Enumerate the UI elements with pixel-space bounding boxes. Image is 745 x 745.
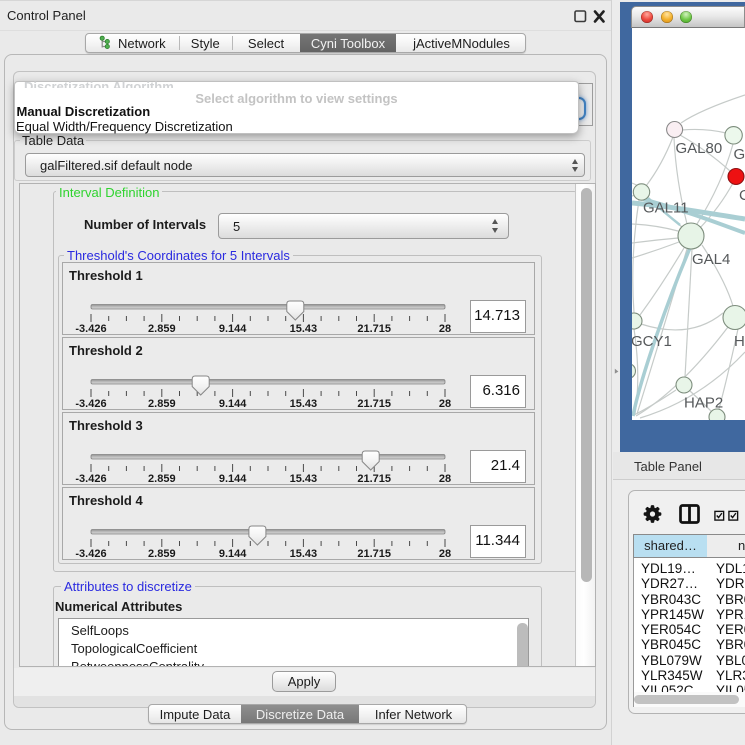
- svg-text:-3.426: -3.426: [75, 323, 106, 335]
- svg-text:9.144: 9.144: [219, 548, 247, 560]
- svg-text:C: C: [739, 187, 745, 204]
- svg-text:GA: GA: [734, 146, 745, 163]
- svg-text:-3.426: -3.426: [75, 473, 106, 485]
- svg-text:2.859: 2.859: [148, 323, 176, 335]
- svg-text:9.144: 9.144: [219, 398, 247, 410]
- svg-text:15.43: 15.43: [290, 323, 318, 335]
- svg-text:GCY1: GCY1: [632, 333, 672, 350]
- svg-text:21.715: 21.715: [357, 398, 391, 410]
- svg-text:15.43: 15.43: [290, 548, 318, 560]
- svg-text:HI: HI: [734, 333, 745, 350]
- svg-text:15.43: 15.43: [290, 398, 318, 410]
- svg-text:21.715: 21.715: [357, 473, 391, 485]
- svg-text:21.715: 21.715: [357, 323, 391, 335]
- svg-text:2.859: 2.859: [148, 548, 176, 560]
- svg-text:9.144: 9.144: [219, 473, 247, 485]
- svg-text:28: 28: [439, 473, 451, 485]
- svg-text:HAP2: HAP2: [684, 395, 723, 412]
- svg-text:2.859: 2.859: [148, 473, 176, 485]
- svg-text:-3.426: -3.426: [75, 548, 106, 560]
- svg-text:9.144: 9.144: [219, 323, 247, 335]
- svg-text:GAL11: GAL11: [643, 200, 689, 217]
- svg-text:28: 28: [439, 323, 451, 335]
- svg-text:28: 28: [439, 548, 451, 560]
- svg-text:21.715: 21.715: [357, 548, 391, 560]
- svg-text:15.43: 15.43: [290, 473, 318, 485]
- svg-text:GAL4: GAL4: [692, 251, 730, 268]
- svg-text:28: 28: [439, 398, 451, 410]
- svg-text:GAL80: GAL80: [676, 140, 723, 157]
- svg-text:-3.426: -3.426: [75, 398, 106, 410]
- svg-text:2.859: 2.859: [148, 398, 176, 410]
